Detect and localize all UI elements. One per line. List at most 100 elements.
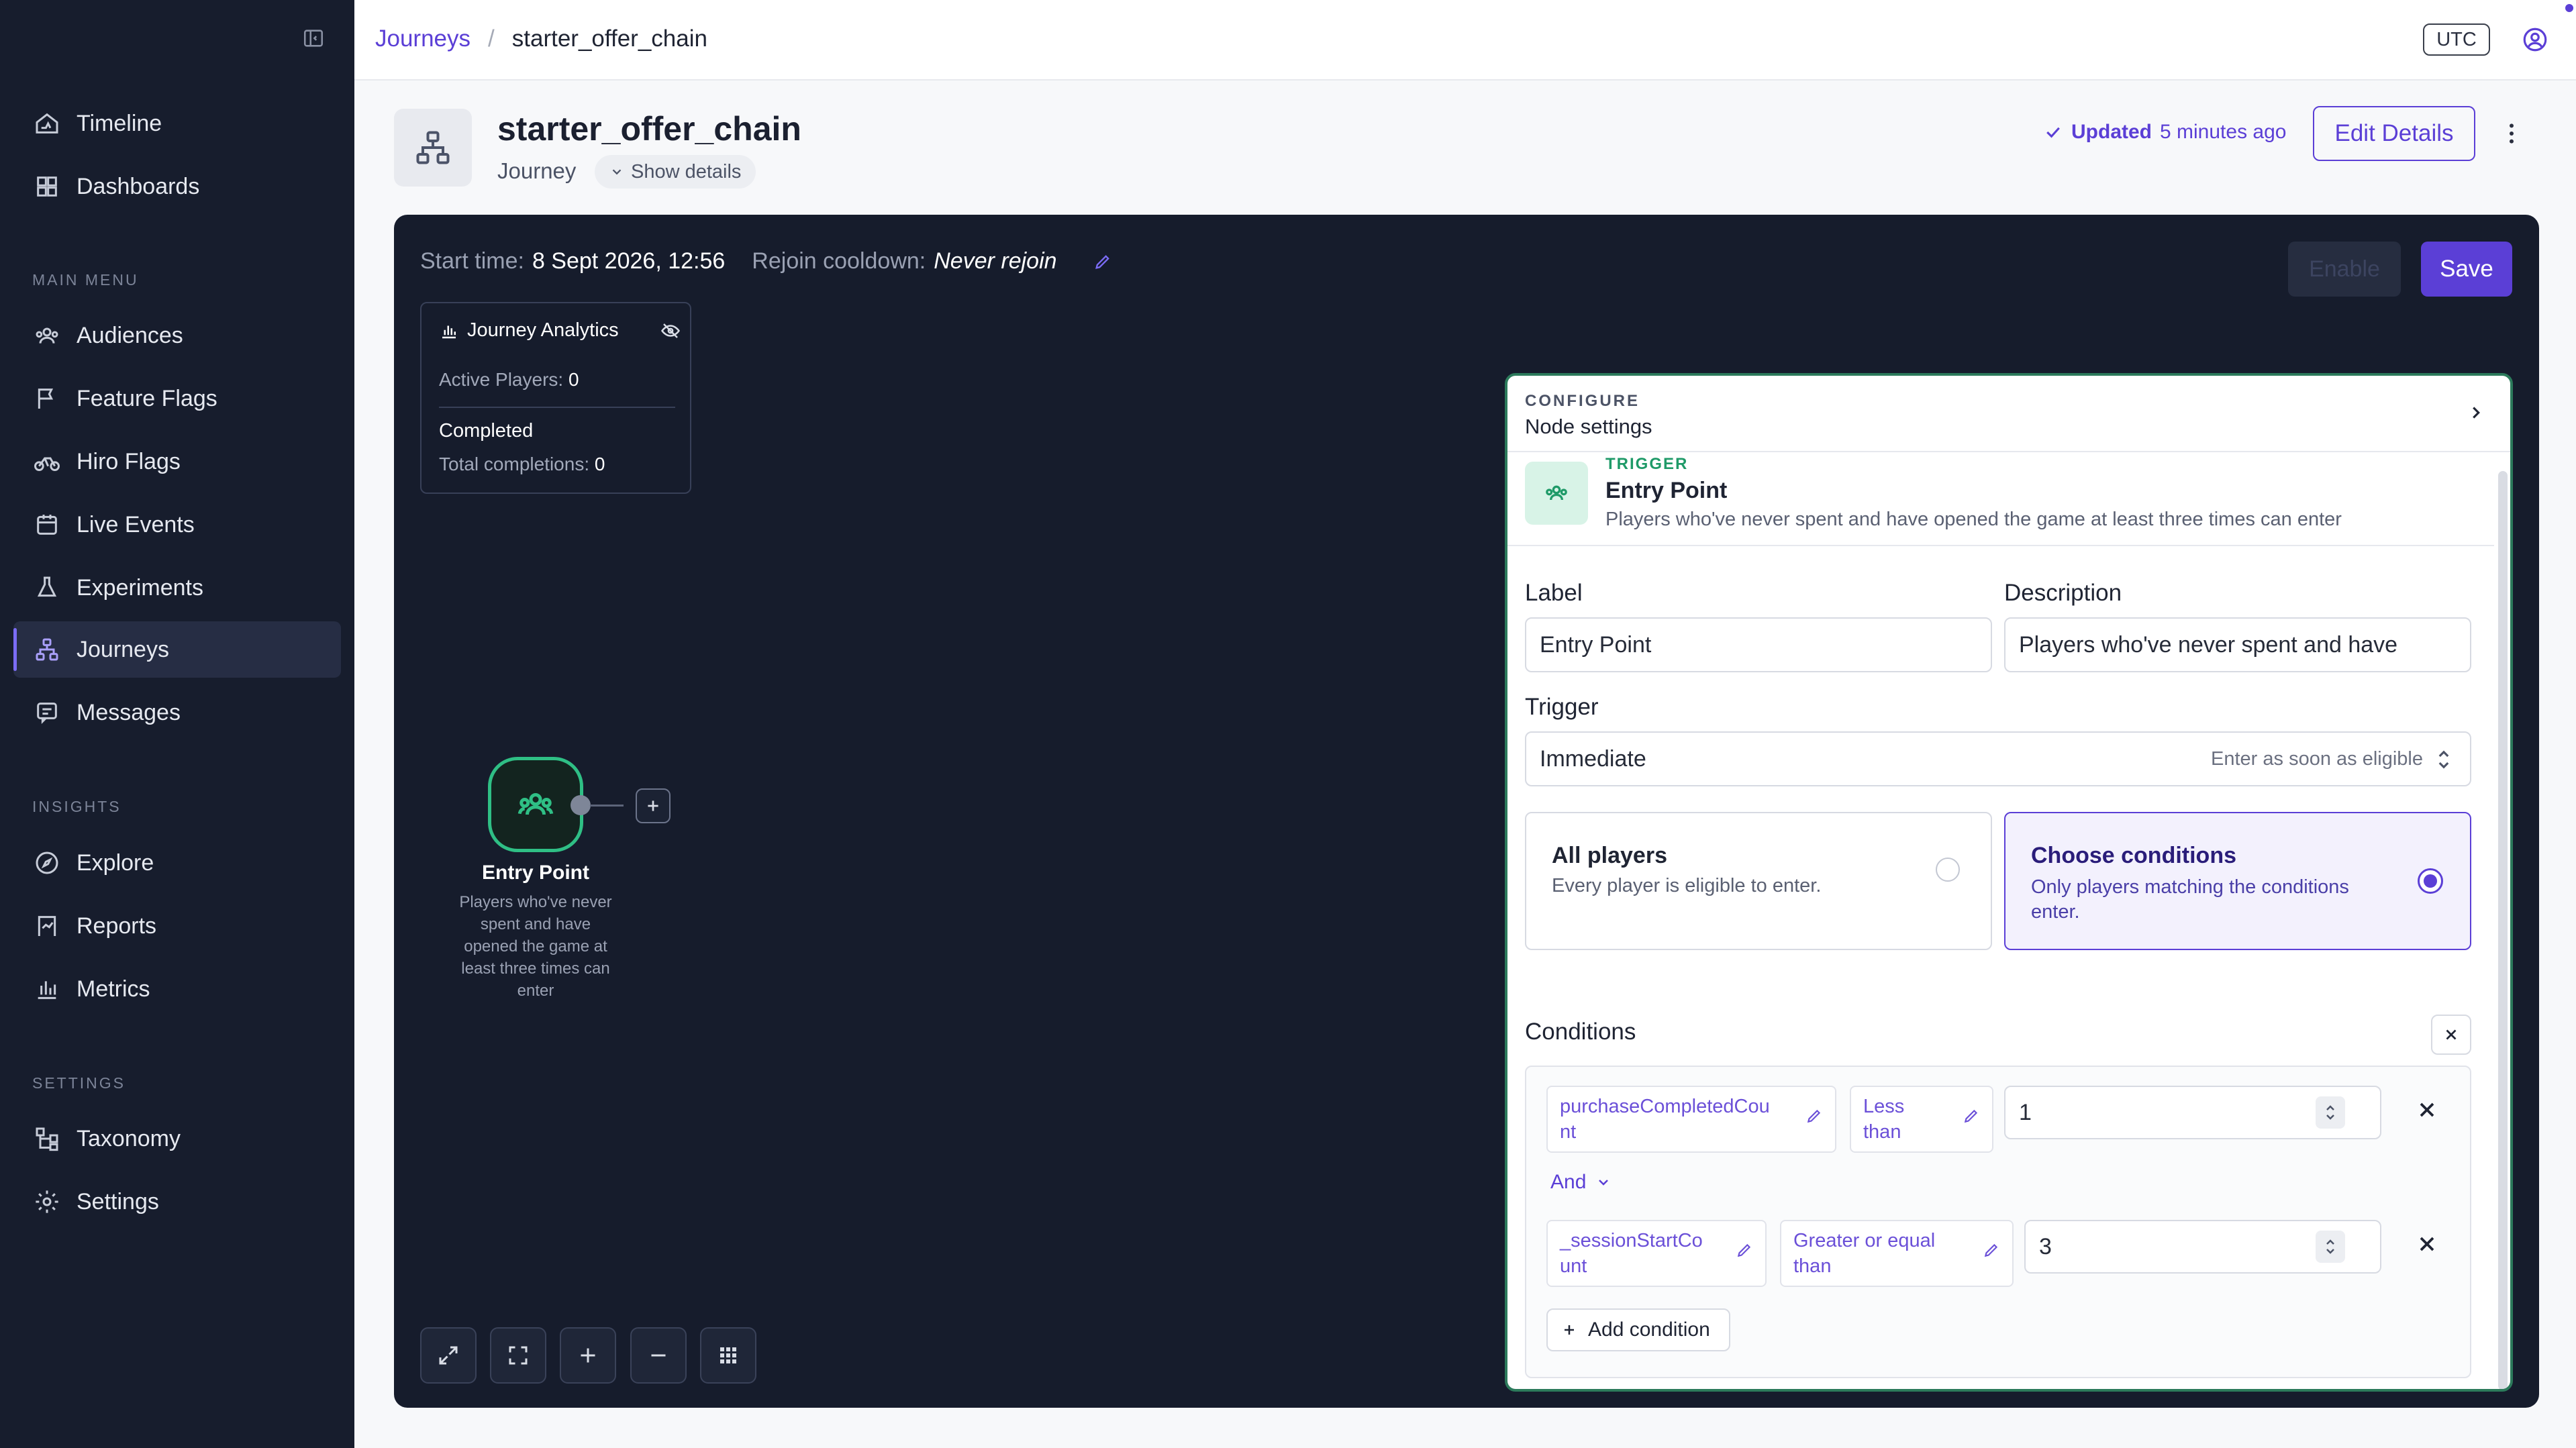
trigger-select[interactable]: Immediate Enter as soon as eligible — [1525, 731, 2471, 786]
sidebar-item-hiro-flags[interactable]: Hiro Flags — [13, 433, 341, 490]
remove-condition-icon[interactable] — [2415, 1098, 2439, 1122]
sidebar-item-label: Metrics — [77, 976, 150, 1002]
sidebar-item-explore[interactable]: Explore — [13, 835, 341, 891]
fit-view-button[interactable] — [420, 1327, 477, 1384]
fullscreen-button[interactable] — [490, 1327, 546, 1384]
chevron-down-icon — [609, 164, 624, 179]
close-icon — [2442, 1026, 2460, 1043]
sidebar-item-label: Messages — [77, 699, 181, 725]
show-details-button[interactable]: Show details — [595, 155, 756, 189]
flask-icon — [34, 574, 60, 601]
edit-pencil-icon[interactable] — [1736, 1241, 1753, 1259]
grid-toggle-button[interactable] — [700, 1327, 756, 1384]
clear-conditions-button[interactable] — [2431, 1015, 2471, 1055]
panel-title: Node settings — [1525, 415, 1652, 438]
check-icon — [2043, 122, 2063, 142]
bar-chart-icon — [439, 321, 459, 341]
completed-title: Completed — [439, 420, 534, 442]
bike-icon — [34, 448, 60, 475]
condition-operator-chip[interactable]: Greater or equal than — [1780, 1220, 2014, 1287]
journey-icon — [34, 636, 60, 663]
node-connector-line — [590, 805, 624, 807]
panel-divider — [1507, 451, 2510, 452]
trigger-name: Entry Point — [1605, 478, 1728, 503]
node-output-handle[interactable] — [571, 795, 591, 815]
eye-off-icon[interactable] — [660, 321, 681, 341]
sidebar-item-live-events[interactable]: Live Events — [13, 497, 341, 553]
sidebar-item-label: Timeline — [77, 110, 162, 136]
number-stepper[interactable] — [2316, 1231, 2345, 1263]
edit-pencil-icon[interactable] — [1963, 1107, 1980, 1125]
sidebar-item-reports[interactable]: Reports — [13, 898, 341, 954]
message-icon — [34, 699, 60, 726]
updated-status: Updated 5 minutes ago — [2043, 121, 2286, 144]
sidebar-item-timeline[interactable]: Timeline — [13, 95, 341, 152]
more-options-icon[interactable] — [2498, 118, 2525, 149]
stepper-icon — [2322, 1100, 2338, 1125]
sidebar-item-label: Hiro Flags — [77, 448, 181, 474]
timezone-button[interactable]: UTC — [2423, 23, 2490, 56]
sidebar-item-dashboards[interactable]: Dashboards — [13, 158, 341, 215]
edit-pencil-icon[interactable] — [1805, 1107, 1823, 1125]
edit-pencil-icon[interactable] — [1983, 1241, 2000, 1259]
flag-icon — [34, 385, 60, 412]
sidebar-item-metrics[interactable]: Metrics — [13, 961, 341, 1017]
condition-joiner-dropdown[interactable]: And — [1541, 1163, 1621, 1201]
trigger-select-hint: Enter as soon as eligible — [2211, 747, 2423, 770]
panel-scrollbar[interactable] — [2498, 471, 2508, 1389]
total-completions-row: Total completions: 0 — [439, 454, 605, 474]
user-avatar-icon[interactable] — [2521, 25, 2549, 54]
plus-icon — [576, 1343, 600, 1367]
section-settings: SETTINGS — [32, 1074, 126, 1092]
plus-icon — [1561, 1322, 1577, 1338]
number-stepper[interactable] — [2316, 1096, 2345, 1129]
compass-icon — [34, 849, 60, 876]
report-icon — [34, 913, 60, 939]
grid-icon — [716, 1343, 740, 1367]
minus-icon — [646, 1343, 671, 1367]
zoom-out-button[interactable] — [630, 1327, 687, 1384]
sidebar-item-feature-flags[interactable]: Feature Flags — [13, 370, 341, 427]
active-players-row: Active Players: 0 — [439, 369, 579, 390]
sidebar: Timeline Dashboards MAIN MENU Audiences … — [0, 0, 354, 1448]
zoom-in-button[interactable] — [560, 1327, 616, 1384]
description-field-title: Description — [2004, 580, 2122, 606]
radio-choose-conditions[interactable] — [2418, 868, 2443, 894]
option-all-players[interactable]: All players Every player is eligible to … — [1525, 812, 1992, 950]
collapse-sidebar-icon[interactable] — [302, 27, 325, 50]
add-condition-button[interactable]: Add condition — [1546, 1308, 1730, 1351]
sidebar-item-label: Taxonomy — [77, 1125, 181, 1151]
journey-title-icon — [394, 109, 472, 187]
enable-button[interactable]: Enable — [2288, 242, 2401, 297]
taxonomy-icon — [34, 1125, 60, 1152]
sidebar-item-audiences[interactable]: Audiences — [13, 307, 341, 364]
users-icon — [34, 322, 60, 349]
sidebar-item-label: Live Events — [77, 511, 195, 537]
sidebar-item-messages[interactable]: Messages — [13, 684, 341, 741]
sidebar-item-label: Explore — [77, 849, 154, 876]
users-icon — [1543, 480, 1570, 507]
description-input[interactable]: Players who've never spent and have — [2004, 617, 2471, 672]
entry-point-node[interactable] — [488, 757, 583, 852]
sidebar-item-journeys[interactable]: Journeys — [13, 621, 341, 678]
add-node-button[interactable] — [636, 788, 671, 823]
sidebar-item-label: Dashboards — [77, 173, 200, 199]
analytics-header: Journey Analytics — [439, 319, 619, 342]
remove-condition-icon[interactable] — [2415, 1232, 2439, 1256]
analytics-divider — [439, 407, 675, 408]
metrics-icon — [34, 976, 60, 1002]
condition-operator-chip[interactable]: Less than — [1850, 1086, 1993, 1153]
condition-field-chip[interactable]: purchaseCompletedCou nt — [1546, 1086, 1836, 1153]
label-input[interactable]: Entry Point — [1525, 617, 1992, 672]
sidebar-item-settings[interactable]: Settings — [13, 1174, 341, 1230]
sidebar-item-experiments[interactable]: Experiments — [13, 560, 341, 616]
condition-field-chip[interactable]: _sessionStartCo unt — [1546, 1220, 1767, 1287]
radio-all-players[interactable] — [1936, 858, 1960, 882]
edit-pencil-icon[interactable] — [1093, 252, 1112, 271]
sidebar-item-taxonomy[interactable]: Taxonomy — [13, 1110, 341, 1167]
edit-details-button[interactable]: Edit Details — [2313, 106, 2475, 161]
chevron-right-icon[interactable] — [2466, 403, 2486, 423]
option-choose-conditions[interactable]: Choose conditions Only players matching … — [2004, 812, 2471, 950]
save-button[interactable]: Save — [2421, 242, 2512, 297]
breadcrumb-journeys-link[interactable]: Journeys — [375, 25, 470, 52]
